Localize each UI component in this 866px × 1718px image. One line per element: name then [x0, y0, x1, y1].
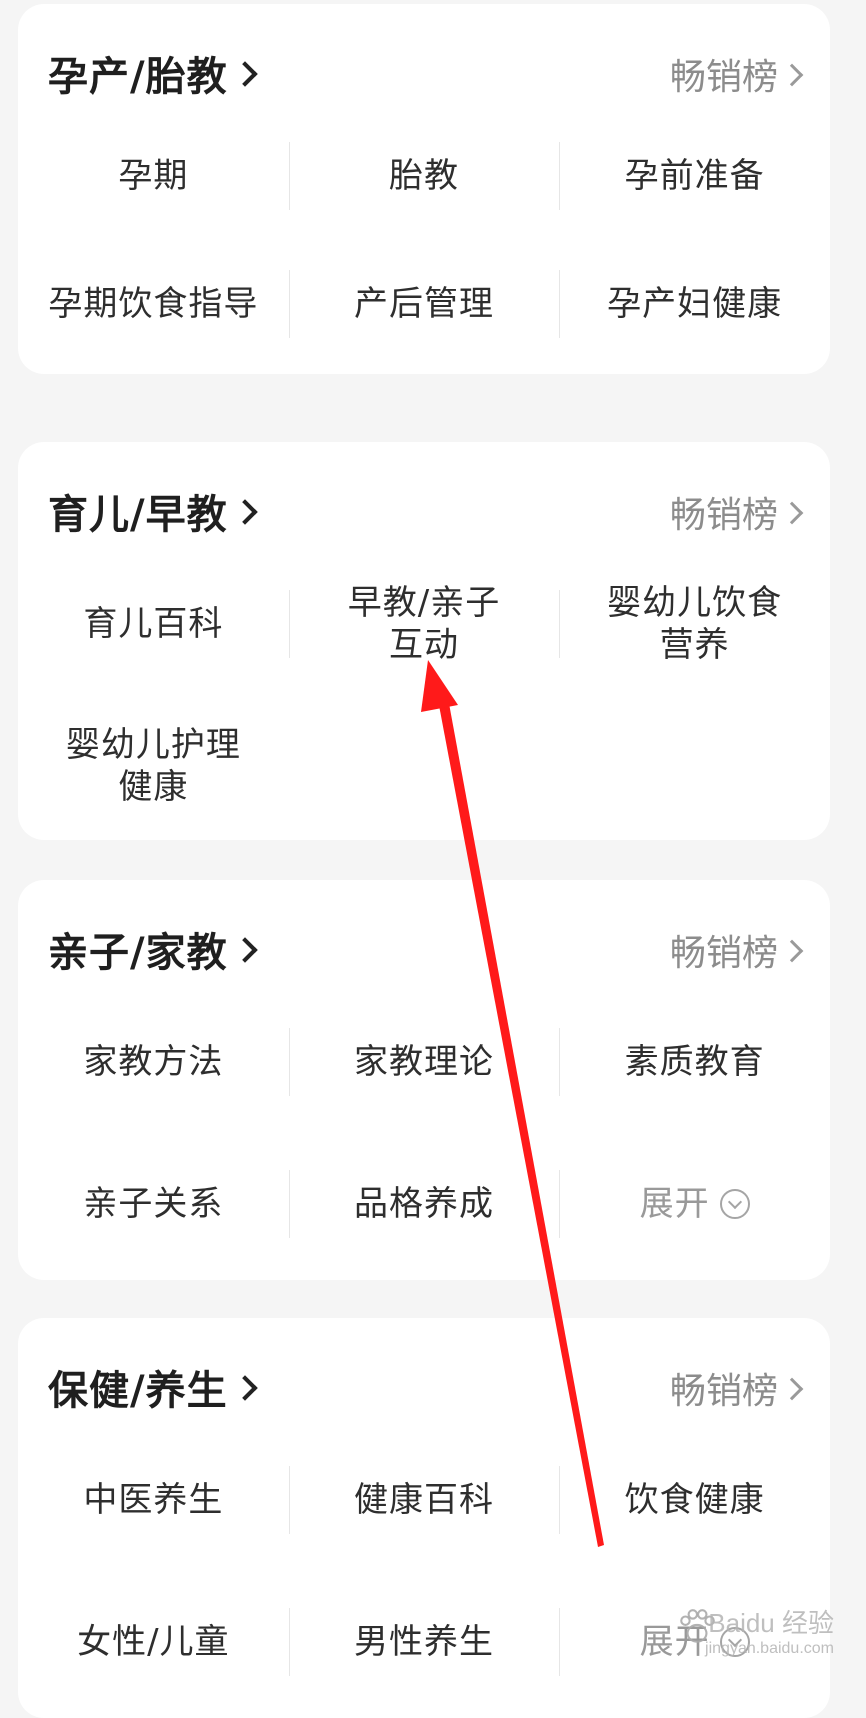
section-title-link[interactable]: 育儿/早教 — [48, 482, 258, 540]
chevron-right-icon — [780, 63, 804, 87]
chevron-right-icon — [231, 937, 258, 963]
category-row: 孕期饮食指导 产后管理 孕产妇健康 — [18, 244, 830, 364]
category-item[interactable]: 早教/亲子 互动 — [288, 564, 560, 684]
chevron-right-icon — [780, 1377, 804, 1401]
category-item[interactable]: 孕前准备 — [559, 116, 830, 236]
watermark-text: Baidu 经验 — [708, 1608, 834, 1638]
category-item[interactable]: 亲子关系 — [18, 1144, 289, 1264]
section-title: 育儿/早教 — [48, 492, 228, 538]
bestseller-label: 畅销榜 — [669, 933, 778, 974]
category-item[interactable]: 孕期 — [18, 116, 289, 236]
bestseller-link[interactable]: 畅销榜 — [669, 486, 804, 538]
category-item[interactable]: 男性养生 — [288, 1582, 560, 1702]
section-title-link[interactable]: 亲子/家教 — [48, 920, 258, 978]
category-row: 中医养生 健康百科 饮食健康 — [18, 1440, 830, 1560]
chevron-down-circle-icon — [719, 1189, 750, 1219]
category-item[interactable]: 胎教 — [288, 116, 560, 236]
section-title-link[interactable]: 保健/养生 — [48, 1358, 258, 1416]
category-item[interactable]: 婴幼儿饮食 营养 — [559, 564, 830, 684]
category-row: 家教方法 家教理论 素质教育 — [18, 1002, 830, 1122]
category-row: 孕期 胎教 孕前准备 — [18, 116, 830, 236]
section-title-link[interactable]: 孕产/胎教 — [48, 44, 258, 102]
bestseller-link[interactable]: 畅销榜 — [669, 48, 804, 100]
category-card-parenting: 育儿/早教 畅销榜 育儿百科 早教/亲子 互动 婴幼儿饮食 营养 婴幼儿护理 健… — [18, 442, 830, 840]
category-item[interactable]: 品格养成 — [288, 1144, 560, 1264]
category-item[interactable]: 素质教育 — [559, 1002, 830, 1122]
category-item[interactable]: 家教方法 — [18, 1002, 289, 1122]
empty-cell — [289, 706, 560, 826]
category-item[interactable]: 女性/儿童 — [18, 1582, 289, 1702]
category-item[interactable]: 孕产妇健康 — [559, 244, 830, 364]
category-row: 育儿百科 早教/亲子 互动 婴幼儿饮食 营养 — [18, 564, 830, 684]
section-title: 亲子/家教 — [48, 930, 228, 976]
category-card-pregnancy: 孕产/胎教 畅销榜 孕期 胎教 孕前准备 孕期饮食指导 产后管理 孕产妇健康 — [18, 4, 830, 374]
category-item[interactable]: 健康百科 — [288, 1440, 560, 1560]
chevron-right-icon — [780, 939, 804, 963]
watermark: Baidu 经验 jingyan.baidu.com — [705, 1610, 834, 1662]
watermark-subtext: jingyan.baidu.com — [705, 1640, 834, 1657]
category-row: 婴幼儿护理 健康 — [18, 706, 830, 826]
category-card-family-education: 亲子/家教 畅销榜 家教方法 家教理论 素质教育 亲子关系 品格养成 展开 — [18, 880, 830, 1280]
chevron-right-icon — [231, 1375, 258, 1401]
category-item[interactable]: 产后管理 — [288, 244, 560, 364]
expand-label: 展开 — [639, 1184, 710, 1224]
chevron-right-icon — [231, 61, 258, 87]
bestseller-label: 畅销榜 — [669, 495, 778, 536]
category-item[interactable]: 家教理论 — [288, 1002, 560, 1122]
category-item[interactable]: 中医养生 — [18, 1440, 289, 1560]
bestseller-label: 畅销榜 — [669, 57, 778, 98]
category-item[interactable]: 孕期饮食指导 — [18, 244, 289, 364]
bestseller-label: 畅销榜 — [669, 1371, 778, 1412]
card-header: 育儿/早教 畅销榜 — [18, 442, 830, 582]
section-title: 保健/养生 — [48, 1368, 228, 1414]
chevron-right-icon — [780, 501, 804, 525]
chevron-right-icon — [231, 499, 258, 525]
bestseller-link[interactable]: 畅销榜 — [669, 1362, 804, 1414]
category-item[interactable]: 饮食健康 — [559, 1440, 830, 1560]
card-header: 亲子/家教 畅销榜 — [18, 880, 830, 1020]
section-title: 孕产/胎教 — [48, 54, 228, 100]
category-item[interactable]: 婴幼儿护理 健康 — [18, 706, 289, 826]
card-header: 保健/养生 畅销榜 — [18, 1318, 830, 1458]
category-row: 亲子关系 品格养成 展开 — [18, 1144, 830, 1264]
category-item[interactable]: 育儿百科 — [18, 564, 289, 684]
bestseller-link[interactable]: 畅销榜 — [669, 924, 804, 976]
empty-cell — [559, 706, 830, 826]
expand-button[interactable]: 展开 — [559, 1144, 830, 1264]
